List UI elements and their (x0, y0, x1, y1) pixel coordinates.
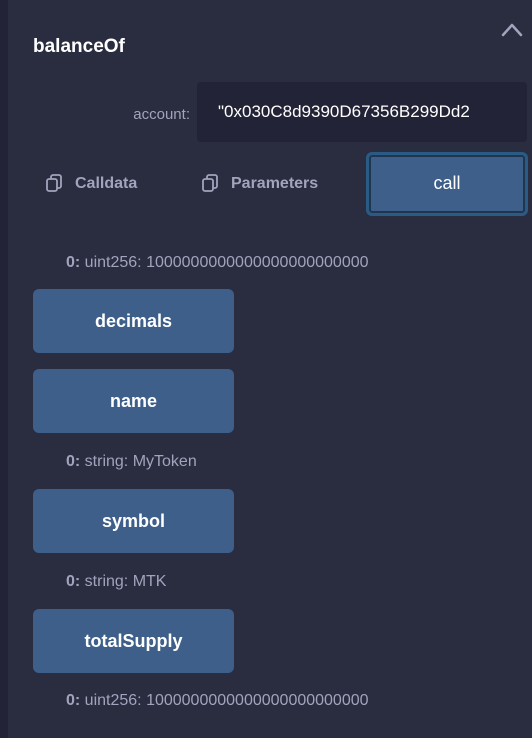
totalsupply-button[interactable]: totalSupply (33, 609, 234, 673)
result-value: uint256: 1000000000000000000000000 (80, 254, 369, 271)
symbol-button[interactable]: symbol (33, 489, 234, 553)
copy-calldata-button[interactable]: Calldata (45, 174, 137, 194)
name-result: 0: string: MyToken (66, 453, 197, 471)
copy-parameters-button[interactable]: Parameters (201, 174, 318, 194)
name-button[interactable]: name (33, 369, 234, 433)
result-value: string: MTK (80, 573, 167, 590)
account-label: account: (133, 106, 190, 123)
result-index: 0: (66, 573, 81, 590)
result-index: 0: (66, 692, 81, 709)
result-value: string: MyToken (80, 453, 197, 470)
calldata-label: Calldata (75, 175, 138, 192)
balanceof-result: 0: uint256: 1000000000000000000000000 (66, 254, 369, 272)
function-actions: Calldata Parameters call (0, 150, 532, 220)
totalsupply-result: 0: uint256: 1000000000000000000000000 (66, 692, 369, 710)
chevron-up-icon[interactable] (500, 20, 524, 38)
function-title: balanceOf (33, 36, 125, 57)
result-value: uint256: 1000000000000000000000000 (80, 692, 369, 709)
symbol-result: 0: string: MTK (66, 573, 166, 591)
result-index: 0: (66, 453, 81, 470)
copy-icon (45, 174, 63, 194)
account-param-row: account: "0x030C8d9390D67356B299Dd2 (0, 82, 532, 144)
decimals-button[interactable]: decimals (33, 289, 234, 353)
copy-icon (201, 174, 219, 194)
parameters-label: Parameters (231, 175, 319, 192)
call-button[interactable]: call (366, 152, 528, 216)
account-input[interactable]: "0x030C8d9390D67356B299Dd2 (197, 82, 527, 142)
result-index: 0: (66, 254, 81, 271)
